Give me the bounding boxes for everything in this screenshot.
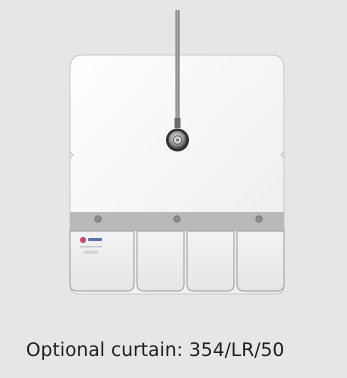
screw-right bbox=[255, 215, 263, 223]
screw-middle bbox=[173, 215, 181, 223]
curtain-flap bbox=[136, 230, 185, 292]
curtain-flap bbox=[236, 230, 285, 292]
curtain-flap bbox=[186, 230, 235, 292]
product-illustration bbox=[69, 10, 285, 295]
screw-left bbox=[94, 215, 102, 223]
center-hub bbox=[166, 128, 189, 152]
mounting-strip bbox=[70, 212, 284, 231]
curtain-flaps bbox=[69, 230, 285, 292]
product-caption: Optional curtain: 354/LR/50 bbox=[26, 340, 285, 361]
